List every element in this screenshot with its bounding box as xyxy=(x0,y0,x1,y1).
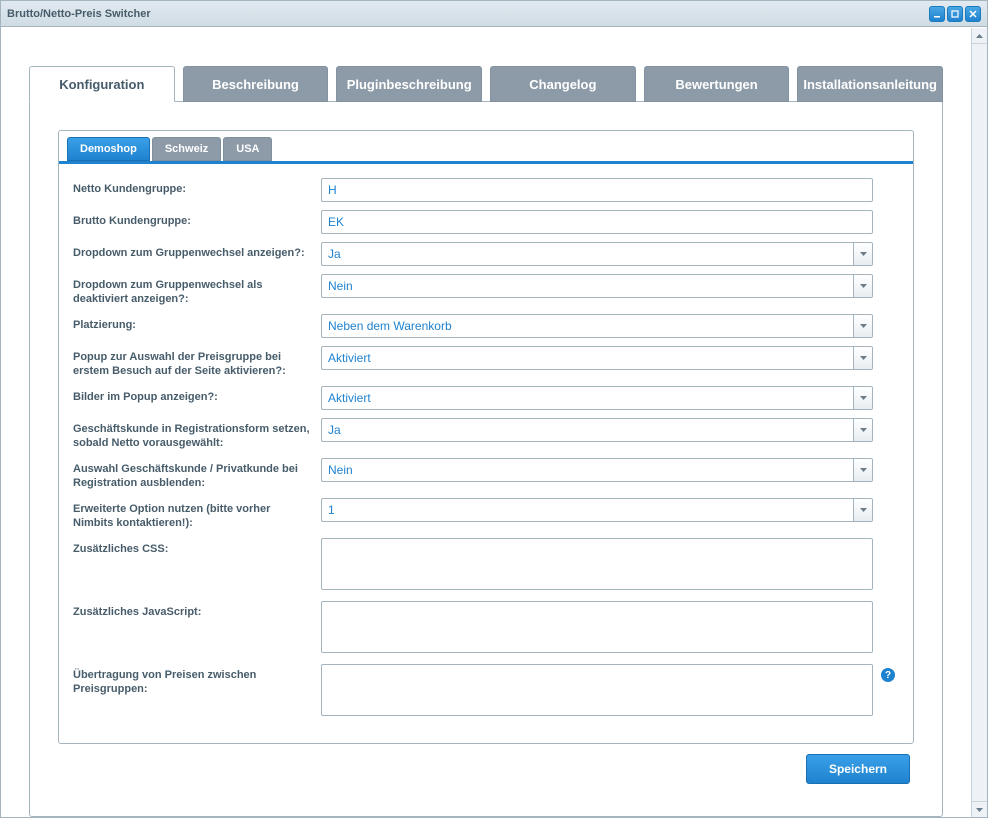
help-icon[interactable]: ? xyxy=(881,668,895,682)
subtab-schweiz[interactable]: Schweiz xyxy=(152,137,221,161)
combo-popup-trigger[interactable] xyxy=(853,346,873,370)
combo-reg-business-input[interactable] xyxy=(321,418,853,442)
save-button[interactable]: Speichern xyxy=(806,754,910,784)
label-transfer: Übertragung von Preisen zwischen Preisgr… xyxy=(73,664,313,696)
label-netto: Netto Kundengruppe: xyxy=(73,178,313,196)
chevron-down-icon xyxy=(860,468,867,472)
label-placement: Platzierung: xyxy=(73,314,313,332)
combo-popup-input[interactable] xyxy=(321,346,853,370)
window-controls xyxy=(929,6,981,22)
label-extended: Erweiterte Option nutzen (bitte vorher N… xyxy=(73,498,313,530)
maximize-button[interactable] xyxy=(947,6,963,22)
chevron-down-icon xyxy=(860,428,867,432)
window-frame: Brutto/Netto-Preis Switcher Konfigura xyxy=(0,0,988,818)
label-popup: Popup zur Auswahl der Preisgruppe bei er… xyxy=(73,346,313,378)
scroll-down-arrow[interactable] xyxy=(972,801,987,817)
combo-dropdown-disabled-trigger[interactable] xyxy=(853,274,873,298)
row-reg-hide: Auswahl Geschäftskunde / Privatkunde bei… xyxy=(73,458,899,490)
tab-beschreibung[interactable]: Beschreibung xyxy=(183,66,329,102)
titlebar: Brutto/Netto-Preis Switcher xyxy=(1,1,987,27)
input-brutto[interactable] xyxy=(321,210,873,234)
chevron-down-icon xyxy=(860,252,867,256)
combo-dropdown-disabled-input[interactable] xyxy=(321,274,853,298)
tab-changelog[interactable]: Changelog xyxy=(490,66,636,102)
combo-dropdown-show[interactable] xyxy=(321,242,873,266)
content-area: Konfiguration Beschreibung Pluginbeschre… xyxy=(29,66,943,817)
shop-subpanel: Demoshop Schweiz USA Netto Kundengruppe:… xyxy=(58,130,914,744)
row-transfer: Übertragung von Preisen zwischen Preisgr… xyxy=(73,664,899,719)
combo-popup[interactable] xyxy=(321,346,873,370)
row-extended: Erweiterte Option nutzen (bitte vorher N… xyxy=(73,498,899,530)
combo-placement[interactable] xyxy=(321,314,873,338)
chevron-down-icon xyxy=(976,808,983,812)
close-icon xyxy=(969,10,977,18)
tab-pluginbeschreibung[interactable]: Pluginbeschreibung xyxy=(336,66,482,102)
config-form: Netto Kundengruppe: Brutto Kundengruppe:… xyxy=(59,164,913,743)
row-dropdown-show: Dropdown zum Gruppenwechsel anzeigen?: xyxy=(73,242,899,266)
chevron-down-icon xyxy=(860,324,867,328)
combo-extended-trigger[interactable] xyxy=(853,498,873,522)
combo-extended[interactable] xyxy=(321,498,873,522)
minimize-button[interactable] xyxy=(929,6,945,22)
chevron-down-icon xyxy=(860,508,867,512)
minimize-icon xyxy=(933,10,941,18)
row-js: Zusätzliches JavaScript: xyxy=(73,601,899,656)
scroll-up-arrow[interactable] xyxy=(972,28,987,44)
row-css: Zusätzliches CSS: xyxy=(73,538,899,593)
tab-konfiguration[interactable]: Konfiguration xyxy=(29,66,175,102)
label-reg-business: Geschäftskunde in Registrationsform setz… xyxy=(73,418,313,450)
input-netto[interactable] xyxy=(321,178,873,202)
main-tab-strip: Konfiguration Beschreibung Pluginbeschre… xyxy=(29,66,943,102)
chevron-down-icon xyxy=(860,396,867,400)
combo-placement-input[interactable] xyxy=(321,314,853,338)
label-brutto: Brutto Kundengruppe: xyxy=(73,210,313,228)
row-images: Bilder im Popup anzeigen?: xyxy=(73,386,899,410)
row-brutto: Brutto Kundengruppe: xyxy=(73,210,899,234)
body-area: Konfiguration Beschreibung Pluginbeschre… xyxy=(1,28,987,817)
row-placement: Platzierung: xyxy=(73,314,899,338)
row-reg-business: Geschäftskunde in Registrationsform setz… xyxy=(73,418,899,450)
label-images: Bilder im Popup anzeigen?: xyxy=(73,386,313,404)
combo-reg-hide-input[interactable] xyxy=(321,458,853,482)
row-netto: Netto Kundengruppe: xyxy=(73,178,899,202)
vertical-scrollbar[interactable] xyxy=(971,28,987,817)
label-js: Zusätzliches JavaScript: xyxy=(73,601,313,619)
window-title: Brutto/Netto-Preis Switcher xyxy=(7,8,151,20)
combo-dropdown-show-trigger[interactable] xyxy=(853,242,873,266)
combo-dropdown-disabled[interactable] xyxy=(321,274,873,298)
combo-placement-trigger[interactable] xyxy=(853,314,873,338)
textarea-css[interactable] xyxy=(321,538,873,590)
row-popup: Popup zur Auswahl der Preisgruppe bei er… xyxy=(73,346,899,378)
maximize-icon xyxy=(951,10,959,18)
tab-bewertungen[interactable]: Bewertungen xyxy=(644,66,790,102)
subtab-usa[interactable]: USA xyxy=(223,137,272,161)
label-css: Zusätzliches CSS: xyxy=(73,538,313,556)
combo-dropdown-show-input[interactable] xyxy=(321,242,853,266)
textarea-js[interactable] xyxy=(321,601,873,653)
label-dropdown-disabled: Dropdown zum Gruppenwechsel als deaktivi… xyxy=(73,274,313,306)
combo-extended-input[interactable] xyxy=(321,498,853,522)
close-button[interactable] xyxy=(965,6,981,22)
config-panel: Demoshop Schweiz USA Netto Kundengruppe:… xyxy=(29,101,943,817)
row-dropdown-disabled: Dropdown zum Gruppenwechsel als deaktivi… xyxy=(73,274,899,306)
chevron-up-icon xyxy=(976,34,983,38)
textarea-transfer[interactable] xyxy=(321,664,873,716)
combo-reg-business-trigger[interactable] xyxy=(853,418,873,442)
combo-images-input[interactable] xyxy=(321,386,853,410)
label-reg-hide: Auswahl Geschäftskunde / Privatkunde bei… xyxy=(73,458,313,490)
combo-reg-hide[interactable] xyxy=(321,458,873,482)
combo-reg-hide-trigger[interactable] xyxy=(853,458,873,482)
tab-installationsanleitung[interactable]: Installationsanleitung xyxy=(797,66,943,102)
subtab-demoshop[interactable]: Demoshop xyxy=(67,137,150,161)
chevron-down-icon xyxy=(860,356,867,360)
panel-footer: Speichern xyxy=(58,744,914,788)
chevron-down-icon xyxy=(860,284,867,288)
label-dropdown-show: Dropdown zum Gruppenwechsel anzeigen?: xyxy=(73,242,313,260)
combo-images[interactable] xyxy=(321,386,873,410)
sub-tab-strip: Demoshop Schweiz USA xyxy=(59,131,913,164)
combo-images-trigger[interactable] xyxy=(853,386,873,410)
combo-reg-business[interactable] xyxy=(321,418,873,442)
